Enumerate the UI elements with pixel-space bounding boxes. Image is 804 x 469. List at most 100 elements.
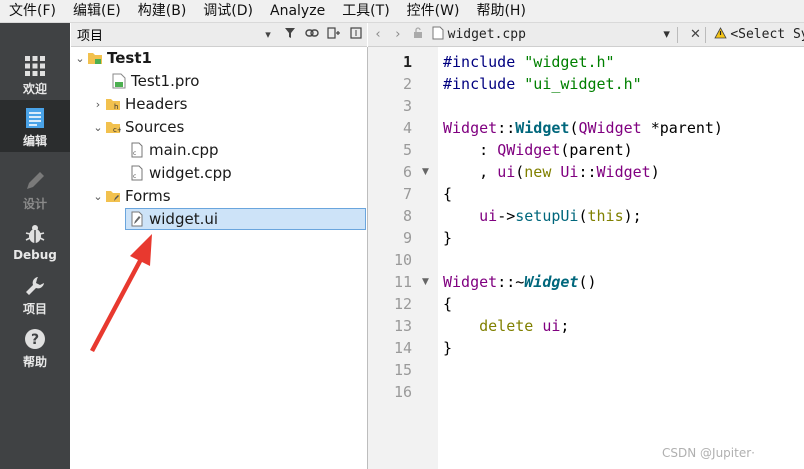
tree-item-root[interactable]: ⌄ Test1 [73,47,152,69]
tree-item-headers[interactable]: › h Headers [91,93,188,115]
line-number: 10 [393,251,412,269]
code-line-7[interactable]: { [443,183,452,205]
menu-build[interactable]: 构建(B) [129,0,195,22]
headers-folder-icon: h [105,96,121,112]
line-number: 5 [402,141,412,159]
line-number: 4 [402,119,412,137]
mode-edit[interactable]: 编辑 [0,100,70,152]
tree-main-cpp-label: main.cpp [149,141,219,159]
tree-item-widget-ui[interactable]: widget.ui [129,208,218,230]
chevron-down-icon[interactable]: ⌄ [73,52,87,65]
menu-help[interactable]: 帮助(H) [467,0,533,22]
chevron-down-icon[interactable]: ▾ [257,28,279,41]
help-icon: ? [23,327,47,351]
back-arrow-icon[interactable]: ‹ [368,27,388,42]
mode-projects[interactable]: 项目 [0,268,70,320]
line-number: 14 [393,339,412,357]
mode-welcome-label: 欢迎 [22,82,47,96]
menu-file[interactable]: 文件(F) [0,0,64,22]
line-number: 2 [402,75,412,93]
project-panel-title[interactable]: 项目 [71,25,257,44]
warning-icon [710,26,730,43]
line-number: 13 [393,317,412,335]
link-icon[interactable] [301,28,323,41]
code-line-13[interactable]: delete ui; [443,315,569,337]
tree-forms-label: Forms [125,187,171,205]
forward-arrow-icon[interactable]: › [388,27,408,42]
fold-marker-icon[interactable]: ▼ [422,277,429,287]
mode-edit-label: 编辑 [22,134,47,148]
ui-file-icon [129,211,145,227]
mode-design[interactable]: 设计 [0,163,70,215]
chevron-down-icon[interactable]: ⌄ [91,121,105,134]
line-number: 15 [393,361,412,379]
code-line-1[interactable]: #include "widget.h" [443,51,615,73]
mode-welcome[interactable]: 欢迎 [0,48,70,100]
project-panel-header: 项目 ▾ [71,23,367,47]
watermark: CSDN @Jupiter· [662,446,755,460]
tree-root-label: Test1 [107,49,152,67]
tree-widget-ui-label: widget.ui [149,210,219,228]
code-line-14[interactable]: } [443,337,452,359]
line-number: 16 [393,383,412,401]
cpp-file-icon: c [129,165,145,181]
close-panel-icon[interactable] [345,27,367,42]
menu-bar: 文件(F) 编辑(E) 构建(B) 调试(D) Analyze 工具(T) 控件… [0,0,804,23]
pencil-icon [23,169,47,193]
mode-help[interactable]: ? 帮助 [0,321,70,373]
cpp-file-icon [428,26,448,44]
menu-tools[interactable]: 工具(T) [333,0,397,22]
line-number: 7 [402,185,412,203]
line-number: 1 [402,53,412,71]
code-line-12[interactable]: { [443,293,452,315]
sources-folder-icon: c+ [105,119,123,135]
tree-item-main-cpp[interactable]: c main.cpp [129,139,219,161]
svg-text:c: c [133,150,136,157]
project-folder-icon [87,50,103,66]
tree-item-pro[interactable]: Test1.pro [111,70,199,92]
mode-projects-label: 项目 [22,302,47,316]
document-icon [23,106,47,130]
close-icon[interactable]: ✕ [686,27,706,42]
tree-sources-label: Sources [125,118,185,136]
code-line-5[interactable]: : QWidget(parent) [443,139,633,161]
tree-widget-cpp-label: widget.cpp [149,164,232,182]
line-number: 9 [402,229,412,247]
chevron-down-icon[interactable]: ⌄ [91,190,105,203]
symbol-selector[interactable]: <Select Symbol> [730,27,804,42]
tree-pro-label: Test1.pro [131,72,200,90]
tree-item-widget-cpp[interactable]: c widget.cpp [129,162,232,184]
svg-text:h: h [114,103,118,111]
tree-item-sources[interactable]: ⌄ c+ Sources [91,116,184,138]
line-number: 3 [402,97,412,115]
code-line-4[interactable]: Widget::Widget(QWidget *parent) [443,117,723,139]
tree-item-forms[interactable]: ⌄ Forms [91,185,171,207]
svg-text:c: c [133,173,136,180]
wrench-icon [23,274,47,298]
svg-text:?: ? [31,332,39,348]
forms-folder-icon [105,188,121,204]
chevron-right-icon[interactable]: › [91,98,105,111]
menu-widgets[interactable]: 控件(W) [398,0,468,22]
code-line-8[interactable]: ui->setupUi(this); [443,205,642,227]
mode-debug[interactable]: Debug [0,216,70,268]
menu-debug[interactable]: 调试(D) [194,0,261,22]
red-arrow-annotation [90,234,152,352]
split-icon[interactable] [323,27,345,42]
mode-help-label: 帮助 [22,355,47,369]
chevron-down-icon[interactable]: ▾ [657,27,677,42]
line-number: 11 [393,273,412,291]
lock-icon[interactable] [408,26,428,43]
fold-marker-icon[interactable]: ▼ [422,167,429,177]
mode-sidebar: 欢迎 编辑 设计 Debug 项目 ? 帮助 [0,23,70,469]
editor-file-name[interactable]: widget.cpp [448,27,657,42]
code-line-11[interactable]: Widget::~Widget() [443,271,597,293]
code-line-9[interactable]: } [443,227,452,249]
code-line-6[interactable]: , ui(new Ui::Widget) [443,161,660,183]
tree-headers-label: Headers [125,95,188,113]
line-number: 6 [402,163,412,181]
filter-icon[interactable] [279,27,301,42]
menu-edit[interactable]: 编辑(E) [64,0,129,22]
menu-analyze[interactable]: Analyze [261,0,333,22]
code-line-2[interactable]: #include "ui_widget.h" [443,73,642,95]
